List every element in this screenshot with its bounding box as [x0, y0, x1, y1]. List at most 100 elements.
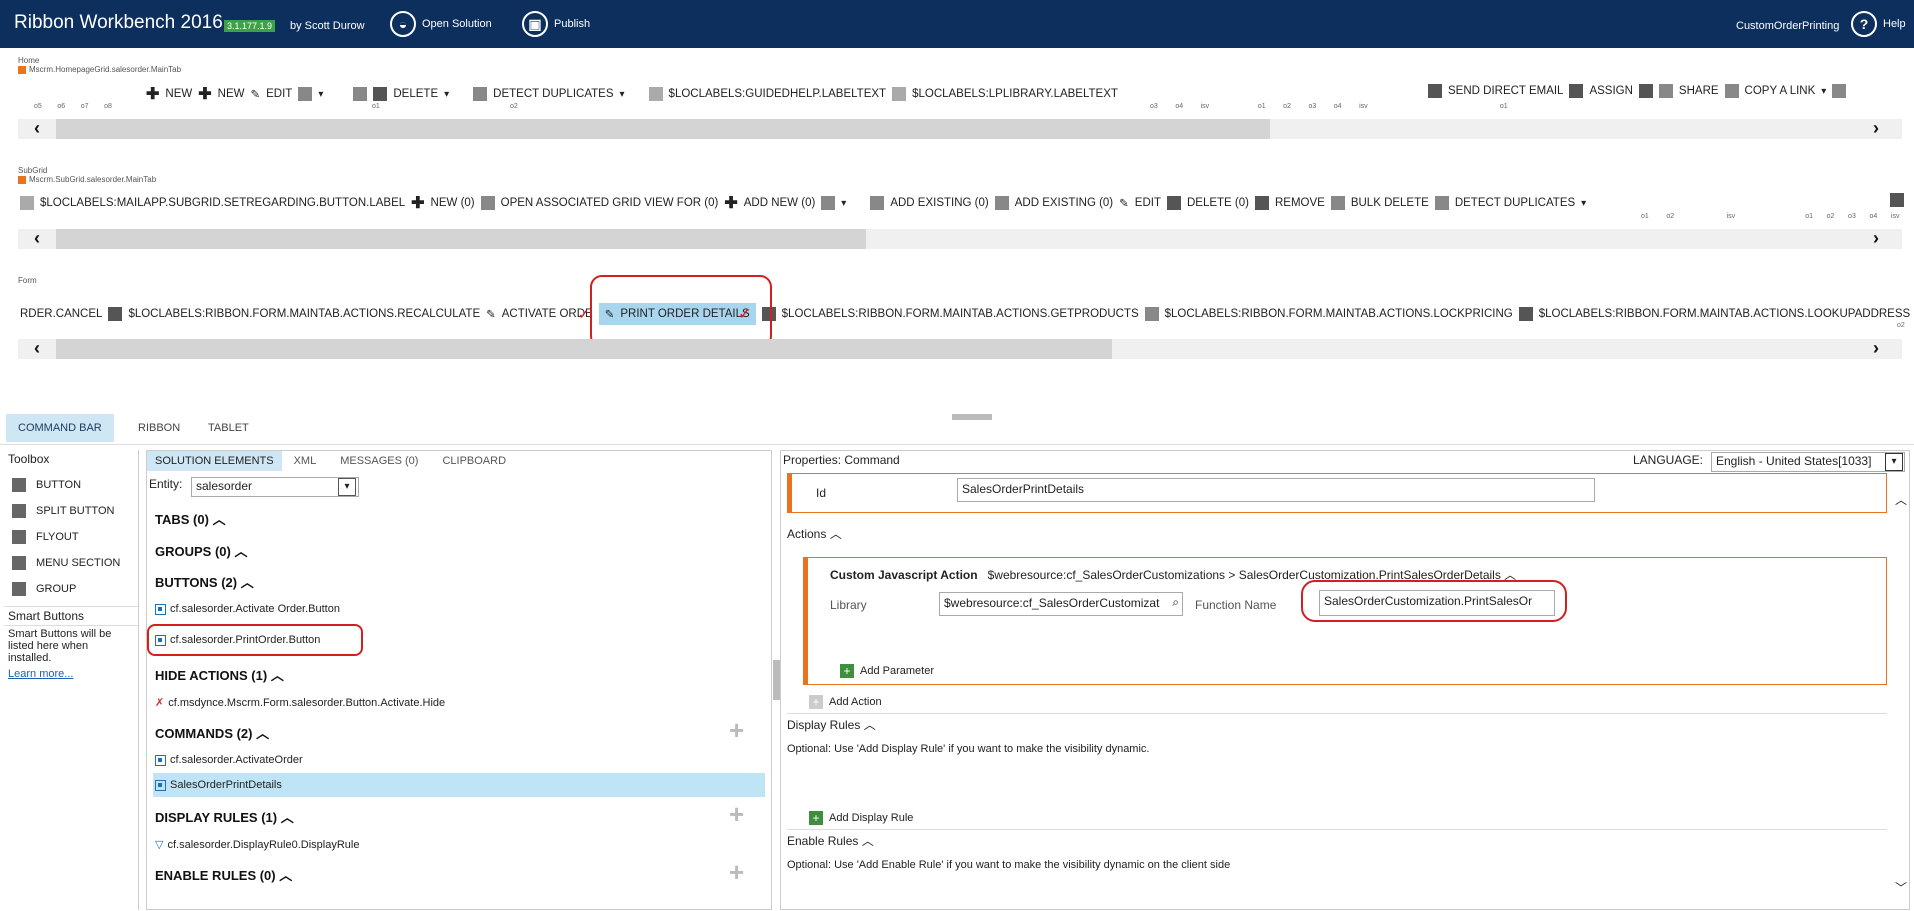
- form-recalculate-button[interactable]: $LOCLABELS:RIBBON.FORM.MAINTAB.ACTIONS.R…: [108, 307, 480, 321]
- hide-actions-heading[interactable]: HIDE ACTIONS (1) ︿: [155, 665, 284, 684]
- scroll-thumb[interactable]: [56, 119, 1270, 139]
- scroll-right-icon[interactable]: ›: [1873, 118, 1879, 139]
- groups-heading[interactable]: GROUPS (0) ︿: [155, 541, 247, 560]
- add-parameter-button[interactable]: + Add Parameter: [840, 664, 934, 678]
- hierarchy-icon[interactable]: [1638, 84, 1653, 98]
- scroll-left-icon[interactable]: ‹: [34, 118, 40, 139]
- add-display-rule-button[interactable]: + Add Display Rule: [809, 811, 913, 825]
- subgrid-detect-duplicates-button[interactable]: DETECT DUPLICATES ▾: [1434, 196, 1586, 210]
- scroll-down-icon[interactable]: ﹀: [1895, 879, 1907, 896]
- grid-icon[interactable]: [298, 87, 313, 101]
- email-icon[interactable]: [1890, 193, 1904, 207]
- tab-command-bar[interactable]: COMMAND BAR: [6, 414, 114, 442]
- toolbox-button[interactable]: BUTTON: [12, 472, 130, 498]
- scroll-up-icon[interactable]: ︿: [1895, 491, 1907, 508]
- scroll-right-icon[interactable]: ›: [1873, 228, 1879, 249]
- form-lockpricing-button[interactable]: $LOCLABELS:RIBBON.FORM.MAINTAB.ACTIONS.L…: [1144, 307, 1513, 321]
- chain-icon[interactable]: [1832, 84, 1847, 98]
- button-label: $LOCLABELS:GUIDEDHELP.LABELTEXT: [668, 88, 887, 100]
- home-send-email-button[interactable]: SEND DIRECT EMAIL: [1428, 84, 1563, 98]
- subgrid-open-associated-button[interactable]: OPEN ASSOCIATED GRID VIEW FOR (0): [480, 196, 718, 210]
- hide-action-item[interactable]: ✗ cf.msdynce.Mscrm.Form.salesorder.Button…: [155, 696, 445, 710]
- subgrid-setregarding-button[interactable]: $LOCLABELS:MAILAPP.SUBGRID.SETREGARDING.…: [20, 196, 405, 210]
- actions-heading[interactable]: Actions ︿: [787, 525, 842, 542]
- add-enable-rule-icon[interactable]: +: [729, 857, 744, 888]
- scroll-left-icon[interactable]: ‹: [34, 338, 40, 359]
- open-solution-button[interactable]: ◒ Open Solution: [390, 11, 492, 37]
- button-label: $LOCLABELS:RIBBON.FORM.MAINTAB.ACTIONS.R…: [128, 308, 481, 320]
- subgrid-remove-button[interactable]: REMOVE: [1254, 196, 1325, 210]
- entity-select[interactable]: salesorder ▾: [191, 477, 359, 497]
- tab-xml[interactable]: XML: [282, 451, 329, 471]
- home-delete-button[interactable]: DELETE ▾: [373, 87, 449, 101]
- form-activate-order-button[interactable]: ✎ ACTIVATE ORDE: [486, 307, 593, 321]
- tab-messages[interactable]: MESSAGES (0): [328, 451, 430, 471]
- plus-icon: ✚: [724, 195, 738, 212]
- home-edit-button[interactable]: ✎ EDIT: [251, 87, 293, 101]
- form-scrollbar[interactable]: ‹ ›: [18, 338, 1902, 359]
- toolbox-split-button[interactable]: SPLIT BUTTON: [12, 498, 130, 524]
- toolbox-flyout[interactable]: FLYOUT: [12, 524, 130, 550]
- home-new-button[interactable]: ✚ NEW: [146, 84, 192, 104]
- tabs-heading[interactable]: TABS (0) ︿: [155, 509, 226, 528]
- subgrid-delete-button[interactable]: DELETE (0): [1166, 196, 1249, 210]
- home-copy-link-button[interactable]: COPY A LINK ▾: [1724, 84, 1826, 98]
- subgrid-add-new-button[interactable]: ✚ ADD NEW (0): [724, 193, 815, 213]
- library-input[interactable]: $webresource:cf_SalesOrderCustomizat ⌕: [939, 592, 1183, 616]
- form-getproducts-button[interactable]: $LOCLABELS:RIBBON.FORM.MAINTAB.ACTIONS.G…: [761, 307, 1139, 321]
- home-assign-button[interactable]: ASSIGN: [1569, 84, 1633, 98]
- publish-button[interactable]: ▣ Publish: [522, 11, 590, 37]
- display-rules-heading[interactable]: DISPLAY RULES (1) ︿: [155, 807, 294, 826]
- tab-solution-elements[interactable]: SOLUTION ELEMENTS: [147, 451, 282, 471]
- subgrid-bulk-delete-button[interactable]: BULK DELETE: [1330, 196, 1429, 210]
- home-share-button[interactable]: SHARE: [1658, 84, 1719, 98]
- add-action-button[interactable]: + Add Action: [809, 695, 882, 709]
- home-scrollbar[interactable]: ‹ ›: [18, 118, 1902, 139]
- display-rules-heading[interactable]: Display Rules ︿: [787, 713, 1887, 733]
- learn-more-link[interactable]: Learn more...: [4, 666, 138, 682]
- toolbox-group[interactable]: GROUP: [12, 576, 130, 602]
- scroll-right-icon[interactable]: ›: [1873, 338, 1879, 359]
- form-cancel-button[interactable]: RDER.CANCEL: [20, 308, 102, 320]
- tab-clipboard[interactable]: CLIPBOARD: [430, 451, 518, 471]
- home-detect-duplicates-button[interactable]: DETECT DUPLICATES ▾: [473, 87, 625, 101]
- tab-tablet[interactable]: TABLET: [196, 414, 261, 442]
- language-select[interactable]: English - United States[1033] ▾: [1711, 452, 1905, 472]
- chevron-down-icon[interactable]: ▾: [841, 198, 846, 209]
- scroll-thumb[interactable]: [56, 339, 1112, 359]
- buttons-heading[interactable]: BUTTONS (2) ︿: [155, 572, 254, 591]
- home-new-button-2[interactable]: ✚ NEW: [198, 84, 244, 104]
- home-guidedhelp-button[interactable]: $LOCLABELS:GUIDEDHELP.LABELTEXT: [648, 87, 887, 101]
- id-input[interactable]: SalesOrderPrintDetails: [957, 478, 1595, 502]
- form-lookupaddress-button[interactable]: $LOCLABELS:RIBBON.FORM.MAINTAB.ACTIONS.L…: [1518, 307, 1910, 321]
- splitter-handle[interactable]: [952, 414, 992, 420]
- vertical-splitter[interactable]: [773, 660, 780, 700]
- enable-rules-heading[interactable]: Enable Rules ︿: [787, 829, 1887, 849]
- display-rule-item[interactable]: ▽ cf.salesorder.DisplayRule0.DisplayRule: [155, 838, 359, 852]
- highlight-ring: [1301, 580, 1567, 622]
- chevron-down-icon[interactable]: ▾: [318, 89, 323, 100]
- button-item[interactable]: cf.salesorder.Activate Order.Button: [155, 603, 340, 615]
- home-lplibrary-button[interactable]: $LOCLABELS:LPLIBRARY.LABELTEXT: [892, 87, 1118, 101]
- button-label: $LOCLABELS:RIBBON.FORM.MAINTAB.ACTIONS.L…: [1164, 308, 1513, 320]
- subgrid-add-existing-button-2[interactable]: ADD EXISTING (0): [994, 196, 1113, 210]
- subgrid-new-button[interactable]: ✚ NEW (0): [411, 193, 475, 213]
- scroll-left-icon[interactable]: ‹: [34, 228, 40, 249]
- command-item-selected[interactable]: SalesOrderPrintDetails: [153, 773, 765, 797]
- chevron-up-icon: ︿: [256, 726, 270, 741]
- tab-ribbon[interactable]: RIBBON: [126, 414, 192, 442]
- scroll-thumb[interactable]: [56, 229, 866, 249]
- command-item[interactable]: cf.salesorder.ActivateOrder: [155, 754, 303, 766]
- commands-heading[interactable]: COMMANDS (2) ︿: [155, 723, 269, 742]
- search-icon[interactable]: ⌕: [1172, 595, 1179, 610]
- enable-rules-heading[interactable]: ENABLE RULES (0) ︿: [155, 865, 292, 884]
- subgrid-edit-button[interactable]: ✎ EDIT: [1119, 196, 1161, 210]
- subgrid-add-existing-button[interactable]: ADD EXISTING (0): [870, 196, 989, 210]
- add-display-rule-icon[interactable]: +: [729, 799, 744, 830]
- add-command-icon[interactable]: +: [729, 715, 744, 746]
- grid-icon[interactable]: [821, 196, 836, 210]
- table-icon[interactable]: [353, 87, 368, 101]
- subgrid-scrollbar[interactable]: ‹ ›: [18, 228, 1902, 249]
- toolbox-menu-section[interactable]: MENU SECTION: [12, 550, 130, 576]
- help-button[interactable]: ? Help: [1851, 11, 1906, 37]
